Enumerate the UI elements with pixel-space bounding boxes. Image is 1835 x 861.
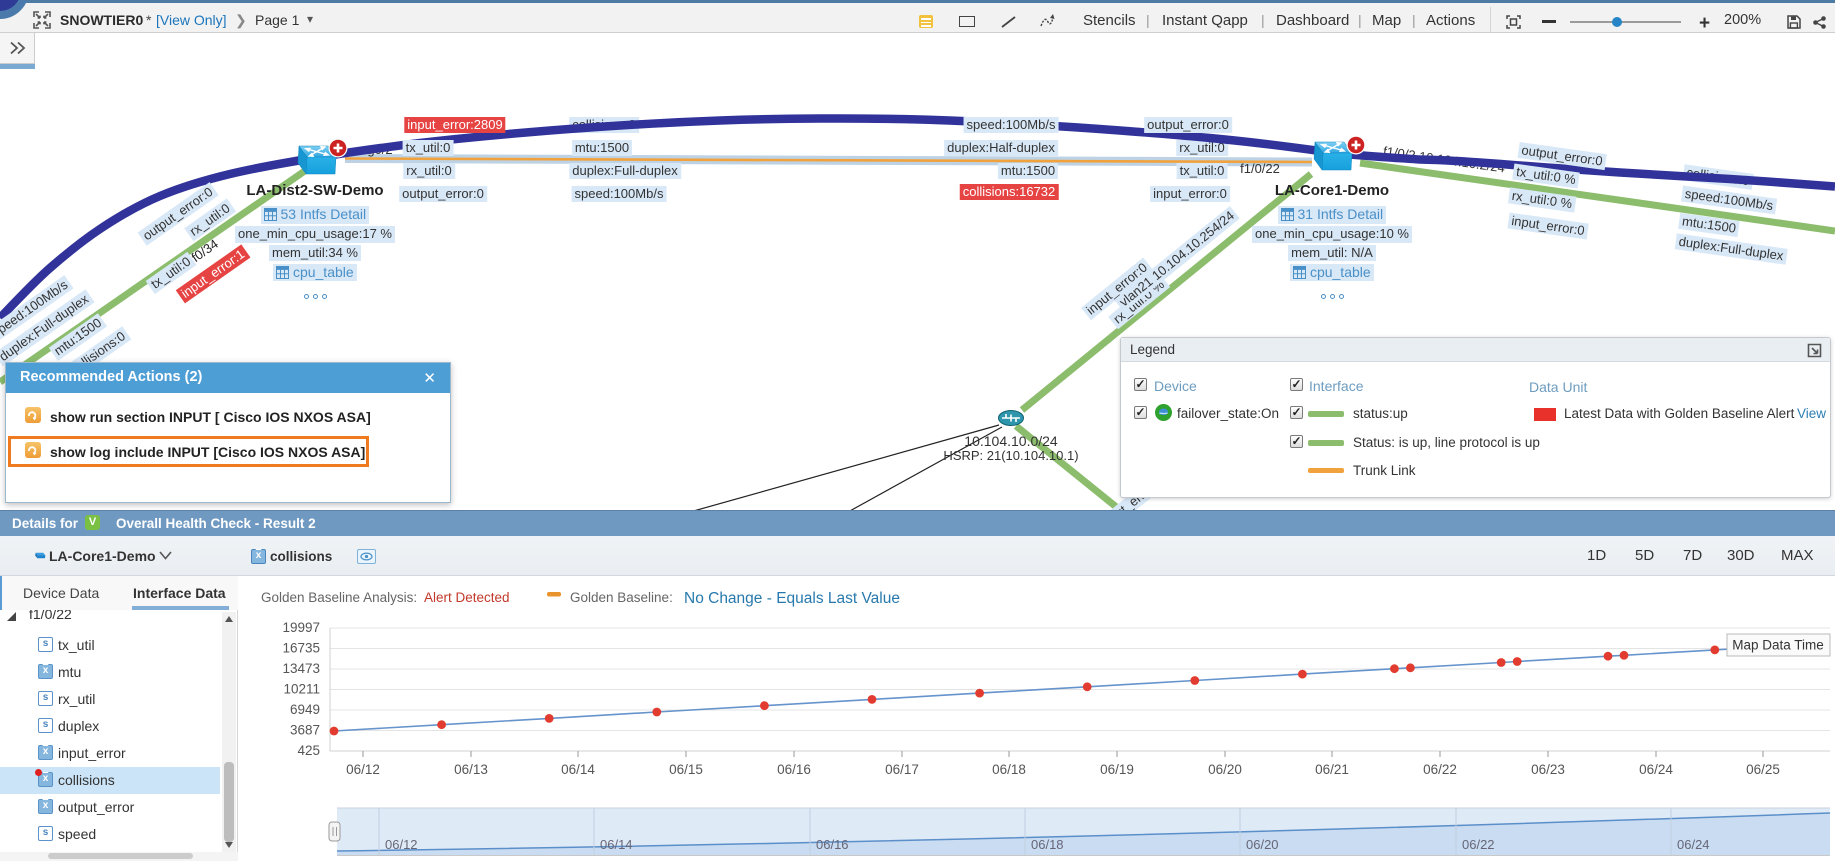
svg-text:06/12: 06/12: [346, 762, 380, 777]
svg-text:06/20: 06/20: [1208, 762, 1242, 777]
svg-text:06/17: 06/17: [885, 762, 919, 777]
svg-text:06/19: 06/19: [1100, 762, 1134, 777]
svg-text:Map Data Time: Map Data Time: [1732, 638, 1824, 653]
svg-text:06/21: 06/21: [1315, 762, 1349, 777]
svg-text:06/12: 06/12: [385, 837, 418, 852]
svg-text:425: 425: [297, 743, 320, 758]
svg-text:3687: 3687: [290, 723, 320, 738]
svg-text:06/16: 06/16: [816, 837, 849, 852]
svg-text:13473: 13473: [282, 661, 320, 676]
svg-text:06/18: 06/18: [992, 762, 1026, 777]
svg-text:06/15: 06/15: [669, 762, 703, 777]
svg-text:06/20: 06/20: [1246, 837, 1279, 852]
svg-text:Alert Detected: Alert Detected: [424, 590, 510, 605]
svg-text:10211: 10211: [283, 682, 320, 697]
svg-text:Golden Baseline:: Golden Baseline:: [570, 590, 673, 605]
svg-text:06/13: 06/13: [454, 762, 488, 777]
svg-text:06/24: 06/24: [1677, 837, 1710, 852]
svg-text:No Change - Equals Last Value: No Change - Equals Last Value: [684, 590, 900, 607]
svg-text:06/14: 06/14: [600, 837, 633, 852]
svg-text:16735: 16735: [282, 641, 320, 656]
svg-text:6949: 6949: [290, 702, 320, 717]
svg-text:06/16: 06/16: [777, 762, 811, 777]
svg-text:06/22: 06/22: [1423, 762, 1457, 777]
svg-text:06/22: 06/22: [1462, 837, 1495, 852]
svg-text:19997: 19997: [282, 620, 320, 635]
svg-text:06/25: 06/25: [1746, 762, 1780, 777]
svg-text:06/23: 06/23: [1531, 762, 1565, 777]
svg-text:06/18: 06/18: [1031, 837, 1064, 852]
svg-text:06/14: 06/14: [561, 762, 595, 777]
svg-text:Golden Baseline Analysis:: Golden Baseline Analysis:: [261, 590, 417, 605]
svg-text:06/24: 06/24: [1639, 762, 1673, 777]
